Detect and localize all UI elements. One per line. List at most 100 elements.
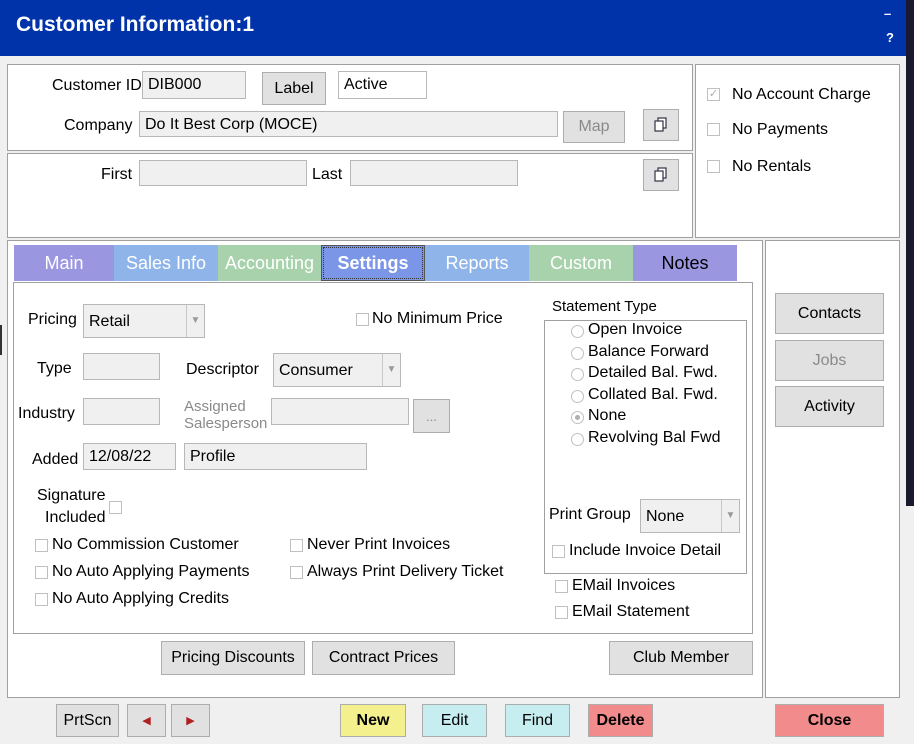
email-invoices-checkbox[interactable] — [555, 580, 568, 593]
statement-option-label: Collated Bal. Fwd. — [588, 385, 718, 403]
title-bar: Customer Information:1 – ? — [0, 0, 914, 56]
pricing-discounts-button[interactable]: Pricing Discounts — [161, 641, 305, 675]
no-auto-credits-label: No Auto Applying Credits — [52, 590, 229, 607]
tab-accounting[interactable]: Accounting — [218, 245, 321, 281]
descriptor-select-value: Consumer — [279, 362, 353, 379]
pricing-label: Pricing — [28, 311, 77, 328]
first-name-label: First — [101, 166, 133, 183]
radio-button[interactable] — [571, 346, 584, 360]
include-invoice-detail-label: Include Invoice Detail — [569, 542, 722, 559]
radio-button[interactable] — [571, 325, 584, 338]
radio-button[interactable] — [571, 432, 584, 446]
delete-button[interactable]: Delete — [588, 704, 653, 737]
no-rentals-checkbox[interactable] — [707, 160, 720, 173]
always-print-delivery-checkbox[interactable] — [290, 566, 303, 579]
activity-button[interactable]: Activity — [775, 386, 884, 427]
copy-icon[interactable] — [643, 109, 679, 141]
next-record-button[interactable]: ▶ — [171, 704, 210, 737]
signature-included-label: Signature Included — [37, 485, 106, 529]
statement-option-label: Balance Forward — [588, 342, 709, 360]
status-field[interactable]: Active — [338, 71, 427, 99]
statement-option-label: Revolving Bal Fwd — [588, 428, 721, 446]
salesperson-lookup-button[interactable]: ... — [413, 399, 450, 433]
never-print-invoices-label: Never Print Invoices — [307, 536, 451, 553]
pricing-select-value: Retail — [89, 313, 130, 330]
never-print-invoices-checkbox[interactable] — [290, 539, 303, 552]
no-payments-label: No Payments — [732, 121, 829, 138]
tab-settings[interactable]: Settings — [321, 245, 425, 281]
last-name-field[interactable] — [350, 160, 518, 186]
edit-button[interactable]: Edit — [422, 704, 487, 737]
last-name-label: Last — [312, 166, 343, 183]
no-auto-payments-label: No Auto Applying Payments — [52, 563, 250, 580]
statement-option-label: None — [588, 407, 627, 425]
jobs-button[interactable]: Jobs — [775, 340, 884, 381]
include-invoice-detail-checkbox[interactable] — [552, 545, 565, 558]
arrow-right-icon: ▶ — [186, 715, 195, 727]
signature-label-line1: Signature — [37, 487, 106, 504]
chevron-down-icon: ▼ — [382, 354, 400, 386]
no-commission-checkbox[interactable] — [35, 539, 48, 552]
print-screen-button[interactable]: PrtScn — [56, 704, 119, 737]
new-button[interactable]: New — [340, 704, 406, 737]
club-member-button[interactable]: Club Member — [609, 641, 753, 675]
email-statement-label: EMail Statement — [572, 603, 690, 620]
assigned-label-line1: Assigned — [184, 398, 246, 415]
label-button[interactable]: Label — [262, 72, 326, 105]
window-title: Customer Information:1 — [16, 13, 255, 36]
descriptor-select[interactable]: Consumer ▼ — [273, 353, 401, 387]
added-label: Added — [32, 451, 79, 468]
no-minimum-price-label: No Minimum Price — [372, 310, 503, 327]
tab-main[interactable]: Main — [14, 245, 114, 281]
close-button[interactable]: Close — [775, 704, 884, 737]
first-name-field[interactable] — [139, 160, 307, 186]
copy-icon[interactable] — [643, 159, 679, 191]
company-field[interactable]: Do It Best Corp (MOCE) — [139, 111, 558, 137]
no-minimum-price-checkbox[interactable] — [356, 313, 369, 326]
email-statement-checkbox[interactable] — [555, 606, 568, 619]
always-print-delivery-label: Always Print Delivery Ticket — [307, 563, 504, 580]
tab-reports[interactable]: Reports — [425, 245, 529, 281]
tab-notes[interactable]: Notes — [633, 245, 737, 281]
map-button[interactable]: Map — [563, 111, 625, 143]
tab-sales-info[interactable]: Sales Info — [114, 245, 218, 281]
find-button[interactable]: Find — [505, 704, 570, 737]
chevron-down-icon: ▼ — [721, 500, 739, 532]
profile-field[interactable]: Profile — [184, 443, 367, 470]
contract-prices-button[interactable]: Contract Prices — [312, 641, 455, 675]
help-button[interactable]: ? — [886, 30, 894, 45]
minimize-button[interactable]: – — [884, 6, 891, 21]
type-field[interactable] — [83, 353, 160, 380]
customer-id-field[interactable]: DIB000 — [142, 71, 246, 99]
window-edge — [906, 56, 914, 506]
pricing-select[interactable]: Retail ▼ — [83, 304, 205, 338]
radio-button[interactable] — [571, 389, 584, 403]
print-group-value: None — [646, 508, 685, 525]
print-group-select[interactable]: None ▼ — [640, 499, 740, 533]
left-edge-marker — [0, 325, 2, 355]
no-auto-payments-checkbox[interactable] — [35, 566, 48, 579]
previous-record-button[interactable]: ◀ — [127, 704, 166, 737]
industry-field[interactable] — [83, 398, 160, 425]
added-date-field[interactable]: 12/08/22 — [83, 443, 176, 470]
no-auto-credits-checkbox[interactable] — [35, 593, 48, 606]
statement-option-label: Open Invoice — [588, 321, 683, 338]
statement-type-title: Statement Type — [552, 298, 657, 315]
company-label: Company — [64, 117, 133, 134]
no-rentals-label: No Rentals — [732, 158, 812, 175]
no-commission-label: No Commission Customer — [52, 536, 239, 553]
tab-custom[interactable]: Custom — [529, 245, 633, 281]
assigned-salesperson-field[interactable] — [271, 398, 409, 425]
industry-label: Industry — [18, 405, 75, 422]
assigned-label-line2: Salesperson — [184, 415, 268, 432]
statement-option-label: Detailed Bal. Fwd. — [588, 364, 718, 382]
print-group-label: Print Group — [549, 506, 631, 523]
contacts-button[interactable]: Contacts — [775, 293, 884, 334]
no-payments-checkbox[interactable] — [707, 123, 720, 136]
no-account-charge-checkbox[interactable]: ✓ — [707, 88, 720, 101]
chevron-down-icon: ▼ — [186, 305, 204, 337]
type-label: Type — [37, 360, 72, 377]
assigned-salesperson-label: Assigned Salesperson — [184, 398, 267, 432]
signature-included-checkbox[interactable] — [109, 501, 122, 514]
email-invoices-label: EMail Invoices — [572, 577, 676, 594]
